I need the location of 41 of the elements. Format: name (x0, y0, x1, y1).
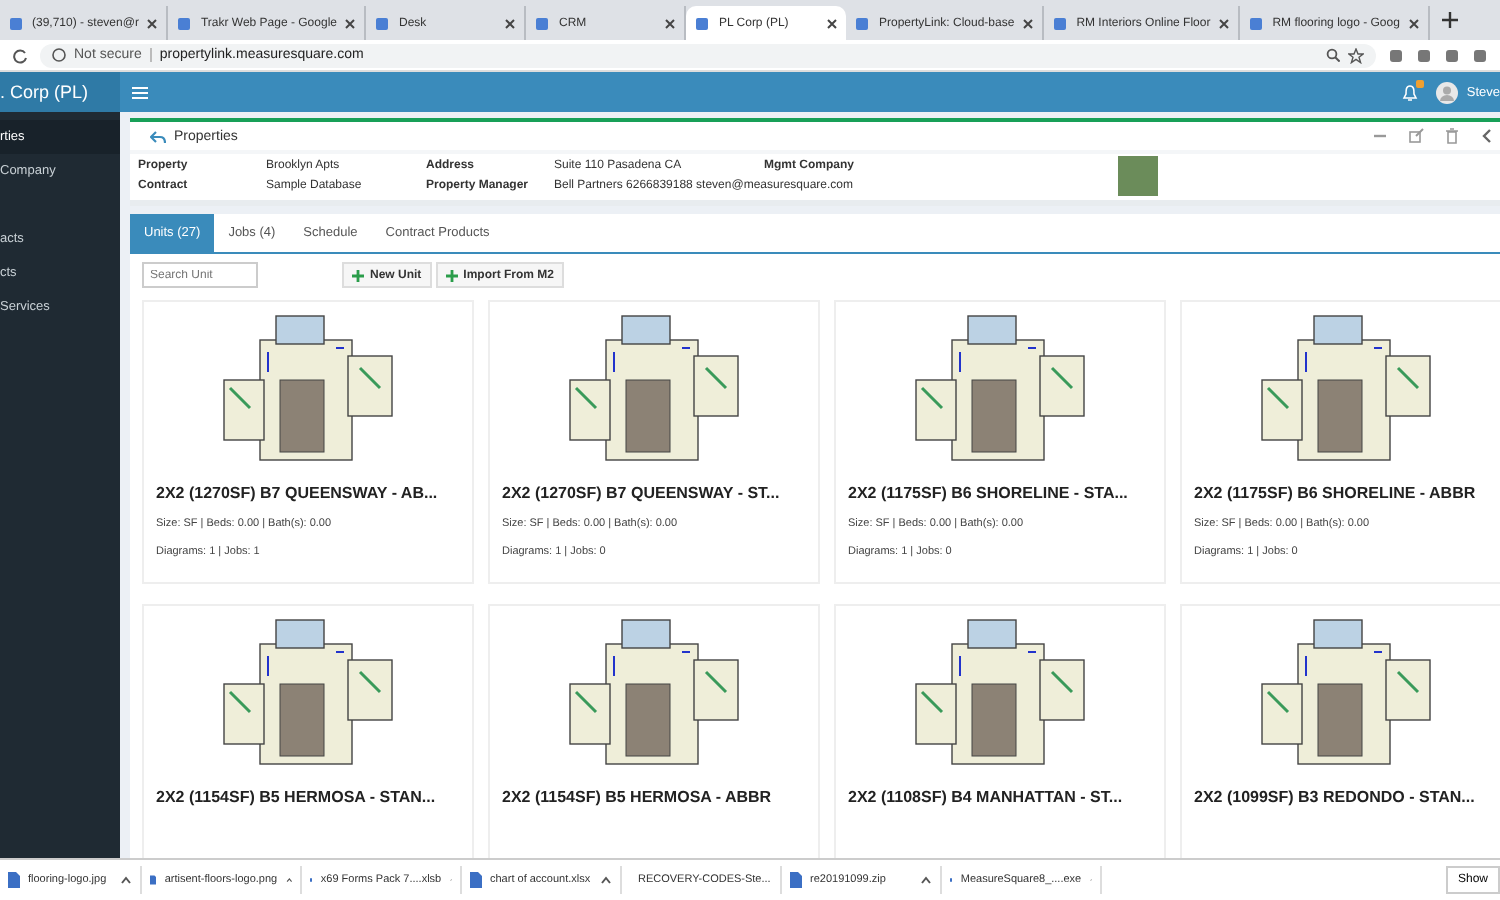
notification-badge (1416, 79, 1425, 87)
menu-icon (132, 85, 148, 99)
unit-title: 2X2 (1175SF) B6 SHORELINE - STA... (848, 484, 1130, 502)
plus-icon (352, 269, 364, 281)
close-icon (1407, 17, 1420, 29)
plus-icon (445, 269, 458, 281)
chevron-left-icon (1480, 128, 1492, 144)
photo-placeholder (1118, 156, 1158, 196)
reply-arrow-icon (150, 129, 166, 143)
unit-title: 2X2 (1154SF) B5 HERMOSA - ABBR (502, 788, 774, 806)
page-icon (374, 15, 391, 31)
unit-title: 2X2 (1270SF) B7 QUEENSWAY - ST... (502, 484, 782, 502)
page-icon (8, 15, 24, 31)
close-icon (826, 17, 839, 29)
trash-icon (1444, 128, 1460, 144)
edit-icon (1408, 128, 1424, 144)
unit-title: 2X2 (1108SF) B4 MANHATTAN - ST... (848, 788, 1125, 806)
brand-title: . Corp (PL) (0, 72, 120, 112)
search-icon (1326, 48, 1340, 62)
unit-title: 2X2 (1270SF) B7 QUEENSWAY - AB... (156, 484, 440, 502)
page-icon (694, 15, 711, 31)
page-icon (1052, 15, 1069, 31)
page-icon (534, 15, 551, 31)
reload-icon (12, 47, 28, 63)
page-icon (854, 15, 871, 31)
unit-title: 2X2 (1154SF) B5 HERMOSA - STAN... (156, 788, 438, 806)
close-icon (664, 17, 677, 29)
close-icon (504, 17, 517, 29)
star-icon (1348, 47, 1364, 63)
info-icon (52, 48, 66, 62)
page-icon (176, 15, 193, 31)
unit-title: 2X2 (1099SF) B3 REDONDO - STAN... (1194, 788, 1477, 806)
unit-title: 2X2 (1175SF) B6 SHORELINE - ABBR (1194, 484, 1478, 502)
page-icon (1248, 15, 1265, 31)
plus-icon (1441, 12, 1458, 28)
close-icon (1022, 17, 1035, 29)
close-icon (344, 17, 357, 29)
avatar-icon (1436, 81, 1459, 103)
close-icon (146, 17, 159, 29)
close-icon (1218, 17, 1231, 29)
bell-icon (1402, 83, 1419, 101)
